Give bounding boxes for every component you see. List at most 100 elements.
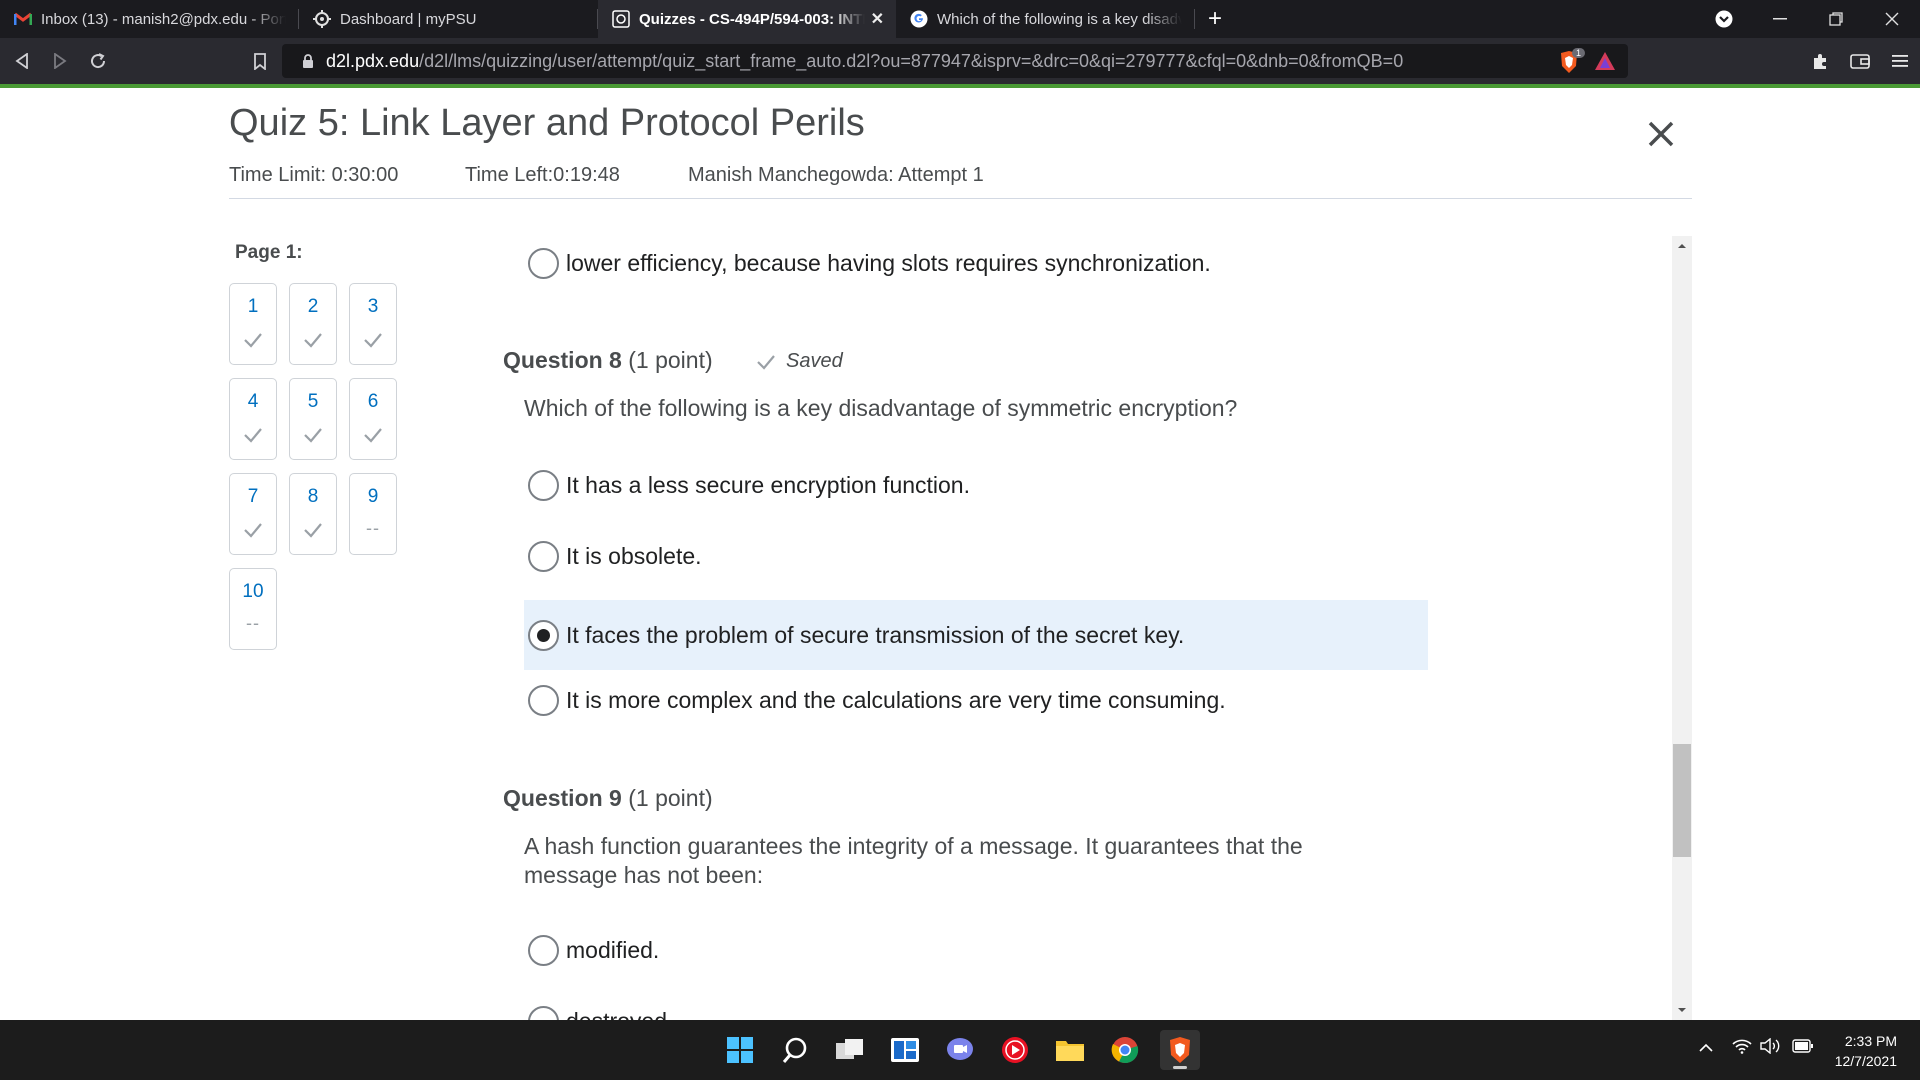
question-text-line: A hash function guarantees the integrity…: [524, 833, 1303, 859]
checkmark-icon: [244, 428, 262, 443]
reload-icon[interactable]: [82, 45, 114, 77]
new-tab-button[interactable]: +: [1195, 0, 1235, 38]
widgets-icon[interactable]: [885, 1030, 925, 1070]
checkmark-icon: [244, 333, 262, 348]
question-number: 2: [307, 296, 319, 317]
checkmark-icon: [364, 428, 382, 443]
question-number: 4: [247, 391, 259, 412]
option-label: It has a less secure encryption function…: [566, 471, 970, 498]
url-path: /d2l/lms/quizzing/user/attempt/quiz_star…: [419, 50, 1404, 71]
menu-icon[interactable]: [1880, 38, 1920, 84]
time-left: Time Left:0:19:48: [465, 164, 620, 186]
quiz-page: Quiz 5: Link Layer and Protocol Perils T…: [0, 88, 1920, 1020]
chevron-up-icon[interactable]: [1698, 1040, 1714, 1056]
radio-button[interactable]: [528, 540, 559, 572]
question-tile-1[interactable]: 1: [229, 283, 277, 365]
browser-tab-strip: Inbox (13) - manish2@pdx.edu - Portla Da…: [0, 0, 1920, 38]
question-tile-10[interactable]: 10 --: [229, 568, 277, 650]
saved-indicator: Saved: [756, 350, 843, 373]
address-bar[interactable]: d2l.pdx.edu/d2l/lms/quizzing/user/attemp…: [282, 44, 1628, 78]
wifi-icon[interactable]: [1732, 1038, 1752, 1057]
checkmark-icon: [364, 333, 382, 348]
question-tile-9[interactable]: 9 --: [349, 473, 397, 555]
checkmark-icon: [244, 523, 262, 538]
close-tab-icon[interactable]: ✕: [871, 9, 884, 29]
answer-option[interactable]: destroyed.: [524, 986, 1428, 1020]
time-limit: Time Limit: 0:30:00: [229, 164, 399, 186]
question-number: 3: [367, 296, 379, 317]
file-explorer-icon[interactable]: [1050, 1030, 1090, 1070]
tab-mypsu[interactable]: Dashboard | myPSU: [299, 0, 597, 38]
unanswered-mark: --: [366, 518, 380, 538]
radio-button-checked[interactable]: [528, 619, 559, 651]
brave-rewards-icon[interactable]: [1594, 51, 1616, 76]
checkmark-icon: [304, 428, 322, 443]
task-view-icon[interactable]: [830, 1030, 870, 1070]
restore-icon[interactable]: [1808, 0, 1864, 38]
question-number: 8: [307, 486, 319, 507]
checkmark-icon: [304, 523, 322, 538]
windows-start-icon[interactable]: [720, 1030, 760, 1070]
minimize-icon[interactable]: [1752, 0, 1808, 38]
clock-time: 2:33 PM: [1844, 1033, 1897, 1049]
gmail-icon: [14, 10, 32, 28]
radio-button[interactable]: [528, 247, 559, 279]
scrollbar-track[interactable]: [1672, 236, 1692, 1020]
close-window-icon[interactable]: [1864, 0, 1920, 38]
question-tile-8[interactable]: 8: [289, 473, 337, 555]
lock-icon: [302, 53, 314, 69]
tab-google-search[interactable]: Which of the following is a key disadva: [896, 0, 1194, 38]
radio-button[interactable]: [528, 934, 559, 966]
scroll-up-arrow-icon[interactable]: [1676, 240, 1688, 252]
bookmark-icon[interactable]: [244, 45, 276, 77]
tab-quizzes[interactable]: Quizzes - CS-494P/594-003: INTE ✕: [598, 0, 896, 38]
media-player-icon[interactable]: [995, 1030, 1035, 1070]
battery-icon[interactable]: [1792, 1039, 1814, 1056]
scroll-down-arrow-icon[interactable]: [1676, 1004, 1688, 1016]
extensions-icon[interactable]: [1800, 38, 1840, 84]
forward-icon[interactable]: [44, 45, 76, 77]
scrollbar-thumb[interactable]: [1673, 744, 1691, 857]
page-title: Quiz 5: Link Layer and Protocol Perils: [229, 102, 865, 144]
question-text: A hash function guarantees the integrity…: [524, 832, 1303, 890]
close-icon[interactable]: [1645, 118, 1677, 150]
question-text: Which of the following is a key disadvan…: [524, 395, 1238, 421]
wallet-icon[interactable]: [1840, 38, 1880, 84]
answer-option[interactable]: It has a less secure encryption function…: [524, 450, 1428, 520]
clock-date: 12/7/2021: [1834, 1053, 1897, 1069]
back-icon[interactable]: [6, 45, 38, 77]
question-tile-2[interactable]: 2: [289, 283, 337, 365]
answer-option[interactable]: It is obsolete.: [524, 521, 1428, 591]
window-controls: [1696, 0, 1920, 38]
brave-icon[interactable]: [1160, 1030, 1200, 1070]
option-label: It faces the problem of secure transmiss…: [566, 621, 1185, 648]
question-text-line: message has not been:: [524, 862, 764, 888]
radio-button[interactable]: [528, 469, 559, 501]
chrome-icon[interactable]: [1105, 1030, 1145, 1070]
page-label: Page 1:: [235, 242, 303, 263]
option-label: destroyed.: [566, 1008, 673, 1021]
teams-chat-icon[interactable]: [940, 1030, 980, 1070]
answer-option[interactable]: lower efficiency, because having slots r…: [524, 228, 1428, 298]
question-tile-5[interactable]: 5: [289, 378, 337, 460]
volume-icon[interactable]: [1760, 1037, 1782, 1057]
question-points: (1 point): [628, 785, 713, 811]
radio-button[interactable]: [528, 1005, 559, 1020]
saved-label: Saved: [786, 350, 843, 372]
unanswered-mark: --: [246, 613, 260, 633]
search-icon[interactable]: [775, 1030, 815, 1070]
brave-shield-icon[interactable]: 1: [1558, 48, 1586, 74]
tab-search-icon[interactable]: [1696, 0, 1752, 38]
tab-gmail[interactable]: Inbox (13) - manish2@pdx.edu - Portla: [0, 0, 298, 38]
radio-button[interactable]: [528, 684, 559, 716]
system-clock[interactable]: 2:33 PM 12/7/2021: [1835, 1031, 1897, 1071]
question-tile-6[interactable]: 6: [349, 378, 397, 460]
tab-title: Inbox (13) - manish2@pdx.edu - Portla: [41, 10, 286, 28]
answer-option[interactable]: modified.: [524, 915, 1428, 985]
question-tile-4[interactable]: 4: [229, 378, 277, 460]
answer-option-selected[interactable]: It faces the problem of secure transmiss…: [524, 600, 1428, 670]
question-tile-7[interactable]: 7: [229, 473, 277, 555]
question-points: (1 point): [628, 347, 713, 373]
question-tile-3[interactable]: 3: [349, 283, 397, 365]
answer-option[interactable]: It is more complex and the calculations …: [524, 665, 1428, 735]
